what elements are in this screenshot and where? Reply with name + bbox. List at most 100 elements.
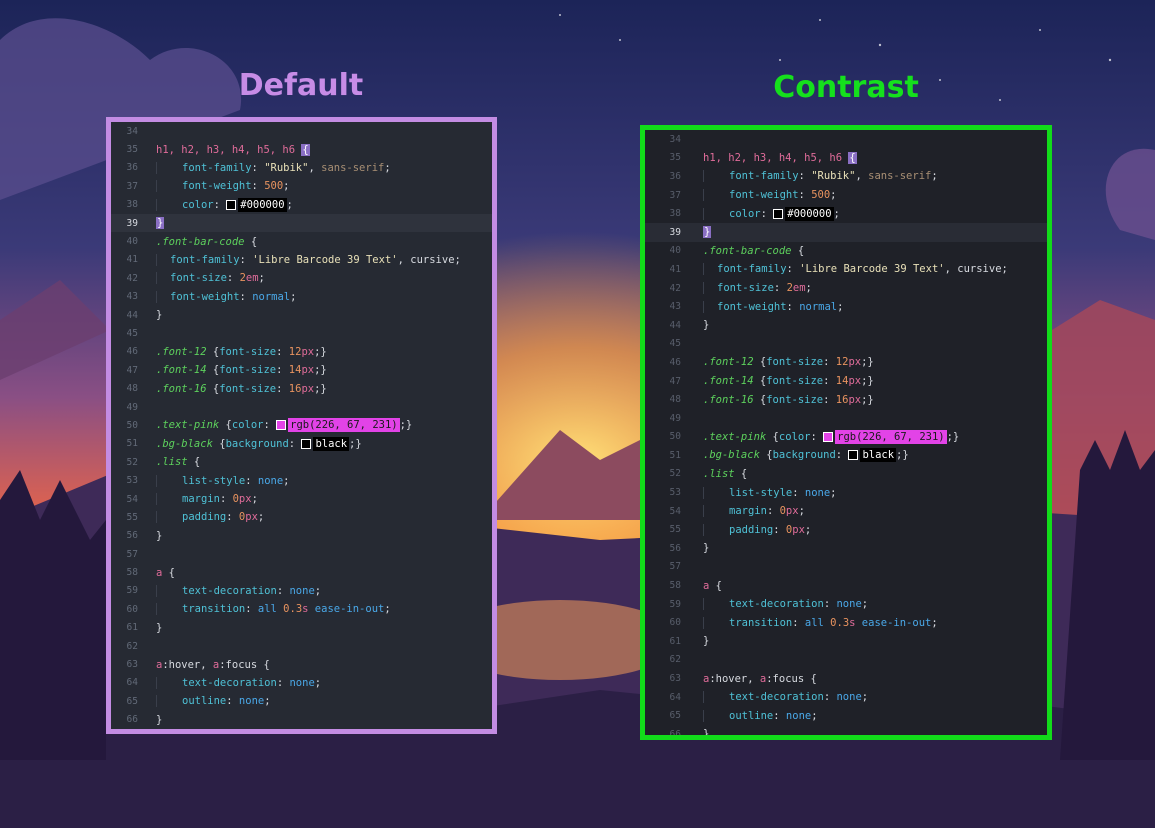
code-line[interactable]: 61} — [111, 619, 492, 637]
code-line[interactable]: 51 .bg-black {background: black;} — [111, 435, 492, 453]
code-line[interactable]: 54 margin: 0px; — [645, 502, 1047, 521]
code-line[interactable]: 40 .font-bar-code { — [111, 232, 492, 250]
code-line[interactable]: 40 .font-bar-code { — [645, 242, 1047, 261]
code-line[interactable]: 35 h1, h2, h3, h4, h5, h6 { — [645, 149, 1047, 168]
line-number: 60 — [669, 617, 681, 629]
property: font-weight — [170, 290, 240, 303]
code-line[interactable]: 37 font-weight: 500; — [111, 177, 492, 195]
line-number: 58 — [669, 580, 681, 592]
code-line[interactable]: 46 .font-12 {font-size: 12px;} — [645, 353, 1047, 372]
code-line[interactable]: 57 — [645, 558, 1047, 577]
code-line[interactable]: 43 font-weight: normal; — [645, 297, 1047, 316]
code-line[interactable]: 50 .text-pink {color: rgb(226, 67, 231);} — [111, 416, 492, 434]
code-line[interactable]: 55 padding: 0px; — [645, 520, 1047, 539]
color-swatch-icon[interactable] — [823, 431, 834, 442]
code-line[interactable]: 41 font-family: 'Libre Barcode 39 Text', … — [645, 260, 1047, 279]
property: font-size — [766, 393, 824, 406]
code-line[interactable]: 47 .font-14 {font-size: 14px;} — [111, 361, 492, 379]
class-selector: .bg-black — [156, 437, 213, 450]
code-line[interactable]: 60 transition: all 0.3s ease-in-out; — [111, 600, 492, 618]
value: none — [785, 709, 812, 722]
code-line[interactable]: 53 list-style: none; — [111, 471, 492, 489]
unit: px — [301, 382, 315, 395]
code-line[interactable]: 35 h1, h2, h3, h4, h5, h6 { — [111, 140, 492, 158]
code-line[interactable]: 44} — [645, 316, 1047, 335]
code-line[interactable]: 64 text-decoration: none; — [645, 688, 1047, 707]
code-line[interactable]: 47 .font-14 {font-size: 14px;} — [645, 372, 1047, 391]
line-number: 34 — [669, 133, 681, 145]
code-line[interactable]: 63 a:hover, a:focus { — [111, 655, 492, 673]
code-line[interactable]: 56} — [111, 527, 492, 545]
color-swatch-icon[interactable] — [301, 438, 312, 449]
code-line[interactable]: 34 — [645, 130, 1047, 149]
code-line[interactable]: 46 .font-12 {font-size: 12px;} — [111, 343, 492, 361]
value: none — [257, 474, 284, 487]
code-line[interactable]: 38 color: #000000; — [645, 204, 1047, 223]
color-swatch-icon[interactable] — [773, 208, 784, 219]
code-line[interactable]: 66} — [645, 725, 1047, 735]
color-swatch-icon[interactable] — [226, 199, 237, 210]
code-line[interactable]: 57 — [111, 545, 492, 563]
selector: a — [156, 566, 163, 579]
default-code-editor[interactable]: 34 35 h1, h2, h3, h4, h5, h6 { 36 font-fam… — [106, 117, 497, 734]
code-line[interactable]: 36 font-family: "Rubik", sans-serif; — [645, 167, 1047, 186]
code-line[interactable]: 42 font-size: 2em; — [645, 279, 1047, 298]
string-value: 'Libre Barcode 39 Text' — [799, 263, 945, 276]
value: none — [238, 695, 265, 708]
code-line[interactable]: 61} — [645, 632, 1047, 651]
code-line[interactable]: 49 — [111, 398, 492, 416]
line-number: 52 — [126, 456, 138, 468]
color-swatch-icon[interactable] — [848, 450, 859, 461]
code-line[interactable]: 65 outline: none; — [645, 706, 1047, 725]
code-line[interactable]: 34 — [111, 122, 492, 140]
value: none — [804, 486, 831, 499]
line-number: 47 — [126, 364, 138, 376]
code-line[interactable]: 56} — [645, 539, 1047, 558]
code-line[interactable]: 63 a:hover, a:focus { — [645, 669, 1047, 688]
code-line[interactable]: 45 — [111, 324, 492, 342]
value: none — [289, 584, 315, 597]
contrast-theme-title: Contrast — [773, 70, 919, 105]
code-line[interactable]: 54 margin: 0px; — [111, 490, 492, 508]
code-line[interactable]: 50 .text-pink {color: rgb(226, 67, 231);} — [645, 428, 1047, 447]
code-line[interactable]: 58 a { — [645, 576, 1047, 595]
code-line[interactable]: 64 text-decoration: none; — [111, 674, 492, 692]
contrast-code-editor[interactable]: 34 35 h1, h2, h3, h4, h5, h6 { 36 font-fam… — [640, 125, 1052, 740]
code-line[interactable]: 51 .bg-black {background: black;} — [645, 446, 1047, 465]
code-line[interactable]: 44} — [111, 306, 492, 324]
code-line[interactable]: 41 font-family: 'Libre Barcode 39 Text', … — [111, 251, 492, 269]
code-line[interactable]: 60 transition: all 0.3s ease-in-out; — [645, 613, 1047, 632]
line-number: 34 — [126, 125, 138, 137]
line-number: 48 — [126, 383, 138, 395]
unit: px — [792, 523, 805, 536]
code-line[interactable]: 62 — [111, 637, 492, 655]
code-line[interactable]: 42 font-size: 2em; — [111, 269, 492, 287]
code-line[interactable]: 55 padding: 0px; — [111, 508, 492, 526]
code-line[interactable]: 48 .font-16 {font-size: 16px;} — [645, 390, 1047, 409]
code-line[interactable]: 66} — [111, 711, 492, 729]
code-line[interactable]: 37 font-weight: 500; — [645, 186, 1047, 205]
class-selector: .text-pink — [703, 430, 767, 443]
code-line[interactable]: 52 .list { — [645, 465, 1047, 484]
color-swatch-icon[interactable] — [276, 420, 287, 431]
code-line[interactable]: 43 font-weight: normal; — [111, 288, 492, 306]
code-line[interactable]: 52 .list { — [111, 453, 492, 471]
code-line[interactable]: 49 — [645, 409, 1047, 428]
code-line[interactable]: 59 text-decoration: none; — [645, 595, 1047, 614]
code-line[interactable]: 65 outline: none; — [111, 692, 492, 710]
code-line[interactable]: 59 text-decoration: none; — [111, 582, 492, 600]
code-line[interactable]: 58 a { — [111, 563, 492, 581]
code-line[interactable]: 62 — [645, 651, 1047, 670]
code-line[interactable]: 45 — [645, 335, 1047, 354]
pseudo-class: :hover, — [709, 672, 760, 685]
code-line[interactable]: 48 .font-16 {font-size: 16px;} — [111, 379, 492, 397]
code-line[interactable]: 38 color: #000000; — [111, 196, 492, 214]
code-line[interactable]: 53 list-style: none; — [645, 483, 1047, 502]
property: color — [729, 207, 761, 220]
property: transition — [182, 603, 246, 616]
code-line[interactable]: 36 font-family: "Rubik", sans-serif; — [111, 159, 492, 177]
code-line-active[interactable]: 39} — [645, 222, 1047, 242]
code-line-active[interactable]: 39} — [111, 213, 492, 233]
default-theme-title: Default — [238, 68, 364, 103]
line-number: 61 — [669, 635, 681, 647]
